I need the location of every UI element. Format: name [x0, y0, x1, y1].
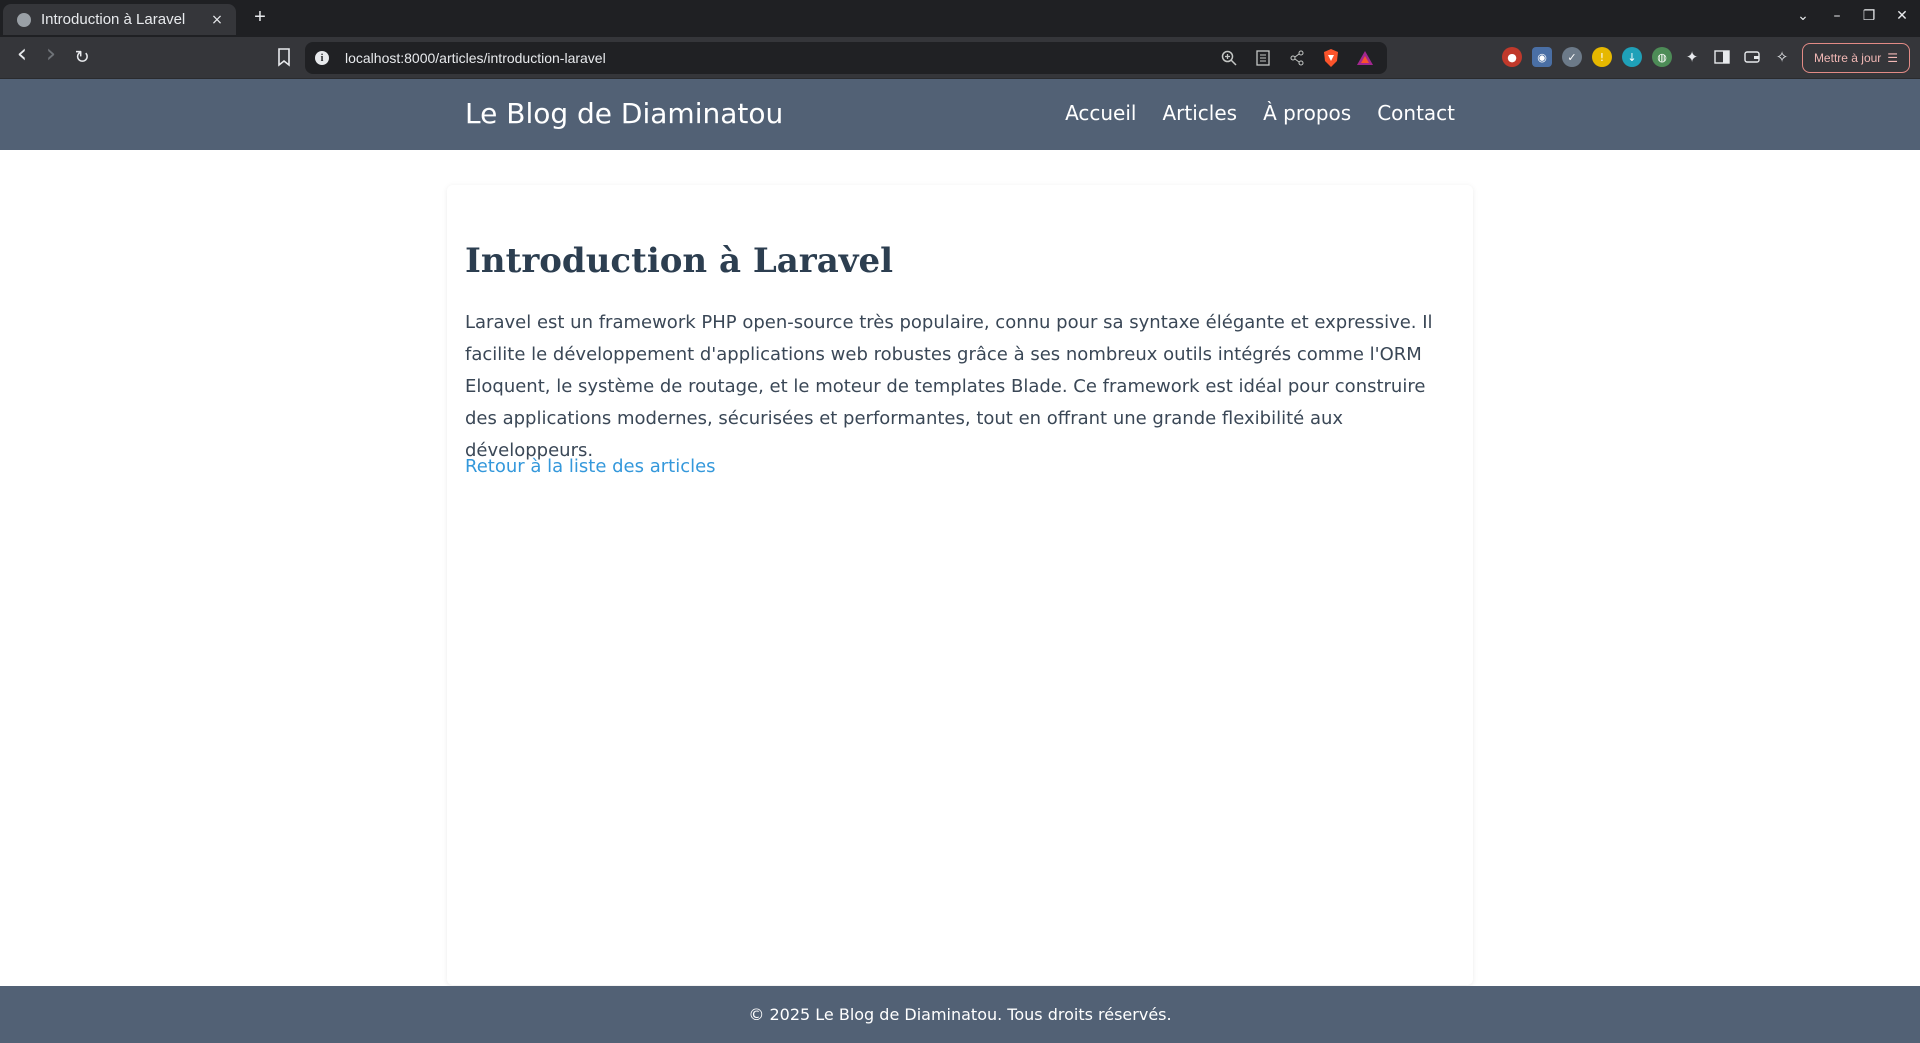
- globe-icon: [17, 12, 31, 27]
- site-nav: Accueil Articles À propos Contact: [1065, 101, 1455, 125]
- forward-icon[interactable]: ›: [40, 39, 62, 69]
- lightbulb-extension-icon[interactable]: !: [1592, 47, 1612, 67]
- site-header: Le Blog de Diaminatou Accueil Articles À…: [0, 79, 1920, 150]
- footer-copyright: © 2025 Le Blog de Diaminatou. Tous droit…: [748, 1005, 1172, 1024]
- back-to-articles-link[interactable]: Retour à la liste des articles: [465, 456, 716, 477]
- article-title: Introduction à Laravel: [465, 241, 894, 281]
- update-button[interactable]: Mettre à jour ☰: [1802, 43, 1910, 73]
- camera-extension-icon[interactable]: ◉: [1532, 47, 1552, 67]
- article-body: Laravel est un framework PHP open-source…: [465, 312, 1433, 461]
- minimize-icon[interactable]: –: [1827, 8, 1847, 24]
- back-icon[interactable]: ‹: [11, 39, 33, 69]
- nav-link-articles[interactable]: Articles: [1162, 101, 1237, 125]
- update-button-label: Mettre à jour: [1813, 51, 1882, 65]
- nav-link-contact[interactable]: Contact: [1377, 101, 1455, 125]
- window-close-icon[interactable]: ✕: [1892, 8, 1912, 24]
- site-footer: © 2025 Le Blog de Diaminatou. Tous droit…: [0, 986, 1920, 1043]
- restore-icon[interactable]: ❐: [1859, 8, 1879, 24]
- brave-shields-icon[interactable]: [1321, 48, 1341, 68]
- share-icon[interactable]: [1287, 48, 1307, 68]
- download-extension-icon[interactable]: ↓: [1622, 47, 1642, 67]
- reload-icon[interactable]: ↻: [71, 47, 93, 68]
- reader-mode-icon[interactable]: [1253, 48, 1273, 68]
- globe-extension-icon[interactable]: ◍: [1652, 47, 1672, 67]
- puzzle-icon[interactable]: ✦: [1682, 47, 1702, 67]
- menu-icon: ☰: [1887, 51, 1899, 65]
- address-bar[interactable]: i localhost:8000/articles/introduction-l…: [305, 42, 1387, 74]
- tab-list-icon[interactable]: ⌄: [1793, 8, 1813, 24]
- shield-check-extension-icon[interactable]: ✓: [1562, 47, 1582, 67]
- browser-tab[interactable]: Introduction à Laravel ×: [3, 4, 236, 35]
- browser-tabstrip: Introduction à Laravel × + ⌄ – ❐ ✕: [0, 0, 1920, 37]
- tab-close-icon[interactable]: ×: [208, 12, 226, 28]
- shield-extension-icon[interactable]: ●: [1502, 47, 1522, 67]
- article-card: Introduction à Laravel Laravel est un fr…: [447, 185, 1473, 985]
- browser-toolbar: ‹ › ↻ i localhost:8000/articles/introduc…: [0, 37, 1920, 79]
- new-tab-icon[interactable]: +: [250, 6, 270, 29]
- sidebar-icon[interactable]: [1712, 47, 1732, 67]
- extensions-bar: ● ◉ ✓ ! ↓ ◍ ✦ ✧: [1502, 47, 1792, 67]
- site-title[interactable]: Le Blog de Diaminatou: [465, 97, 783, 130]
- wallet-icon[interactable]: [1742, 47, 1762, 67]
- bookmark-icon[interactable]: [273, 46, 295, 68]
- leo-ai-icon[interactable]: ✧: [1772, 47, 1792, 67]
- page-viewport: Le Blog de Diaminatou Accueil Articles À…: [0, 79, 1920, 1043]
- brave-rewards-icon[interactable]: [1355, 48, 1375, 68]
- info-icon[interactable]: i: [315, 51, 329, 65]
- zoom-icon[interactable]: [1219, 48, 1239, 68]
- tab-title: Introduction à Laravel: [41, 11, 186, 28]
- nav-link-accueil[interactable]: Accueil: [1065, 101, 1136, 125]
- url-text[interactable]: localhost:8000/articles/introduction-lar…: [345, 50, 606, 66]
- nav-link-a-propos[interactable]: À propos: [1263, 101, 1351, 125]
